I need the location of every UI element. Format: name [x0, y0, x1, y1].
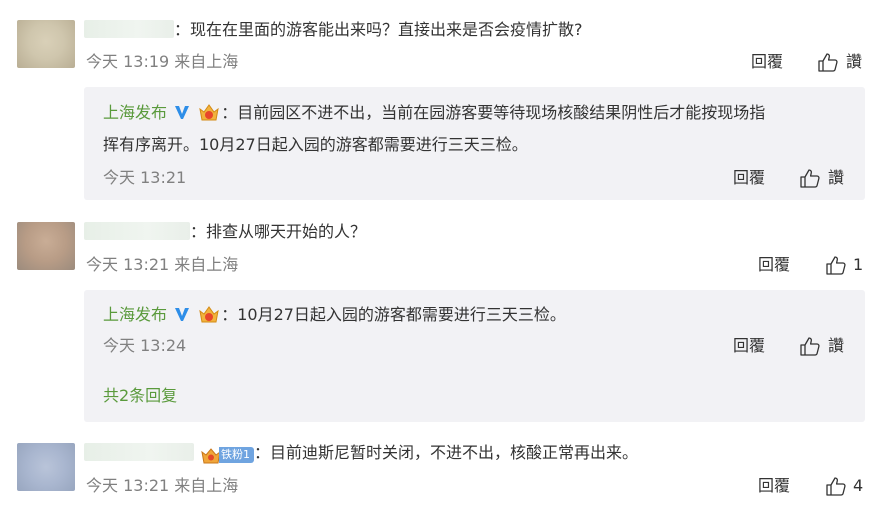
comment-meta: 今天 13:21 来自上海: [86, 255, 239, 274]
reply-text-line1: ：目前园区不进不出，当前在园游客要等待现场核酸结果阴性后才能按现场指: [221, 103, 766, 122]
like-label[interactable]: 讚: [846, 52, 862, 72]
username-blurred[interactable]: [84, 443, 194, 461]
reply-text-line2: 挥有序离开。10月27日起入园的游客都需要进行三天三检。: [103, 135, 528, 154]
comment-meta: 今天 13:19 来自上海: [86, 52, 239, 71]
reply-button[interactable]: 回覆: [758, 476, 790, 496]
reply-like-label[interactable]: 讚: [828, 168, 844, 188]
like-icon[interactable]: [799, 168, 821, 188]
reply-button[interactable]: 回覆: [758, 255, 790, 275]
like-icon[interactable]: [825, 255, 847, 275]
comment-text: ：排查从哪天开始的人？: [190, 222, 367, 241]
crown-badge-icon: [197, 101, 221, 123]
reply-text: 上海发布 ：10月27日起入园的游客都需要进行三天三检。: [103, 303, 566, 325]
reply-text: 上海发布 ：目前园区不进不出，当前在园游客要等待现场核酸结果阴性后才能按现场指: [103, 101, 765, 123]
like-count[interactable]: 1: [853, 255, 863, 275]
reply-reply-button[interactable]: 回覆: [733, 168, 765, 188]
reply-text-line1: ：10月27日起入园的游客都需要进行三天三检。: [221, 305, 566, 324]
crown-badge-icon: [197, 303, 221, 325]
reply-author-link[interactable]: 上海发布: [103, 103, 167, 122]
reply-meta: 今天 13:24: [103, 336, 187, 355]
comment-text-body: ：目前迪斯尼暂时关闭，不进不出，核酸正常再出来。: [254, 443, 639, 462]
reply-button[interactable]: 回覆: [751, 52, 783, 72]
fan-badge[interactable]: 铁粉1: [200, 446, 254, 464]
verified-v-icon: [172, 304, 192, 324]
username-blurred[interactable]: [84, 20, 174, 38]
like-count[interactable]: 4: [853, 476, 863, 496]
avatar[interactable]: [17, 443, 75, 491]
like-icon[interactable]: [799, 336, 821, 356]
like-icon[interactable]: [817, 52, 839, 72]
verified-v-icon: [172, 102, 192, 122]
more-replies-link[interactable]: 共2条回复: [103, 386, 177, 406]
avatar[interactable]: [17, 222, 75, 270]
comment-text: 铁粉1 ：目前迪斯尼暂时关闭，不进不出，核酸正常再出来。: [200, 443, 638, 464]
reply-author-link[interactable]: 上海发布: [103, 305, 167, 324]
fan-badge-label: 铁粉1: [219, 447, 254, 463]
avatar[interactable]: [17, 20, 75, 68]
reply-box: 上海发布 ：10月27日起入园的游客都需要进行三天三检。 今天 13:24 回覆…: [84, 290, 865, 422]
reply-meta: 今天 13:21: [103, 168, 187, 187]
username-blurred[interactable]: [84, 222, 190, 240]
comment-meta: 今天 13:21 来自上海: [86, 476, 239, 495]
reply-reply-button[interactable]: 回覆: [733, 336, 765, 356]
reply-box: 上海发布 ：目前园区不进不出，当前在园游客要等待现场核酸结果阴性后才能按现场指 …: [84, 87, 865, 200]
like-icon[interactable]: [825, 476, 847, 496]
reply-like-label[interactable]: 讚: [828, 336, 844, 356]
comment-text: ：现在在里面的游客能出来吗？直接出来是否会疫情扩散?: [174, 20, 583, 39]
